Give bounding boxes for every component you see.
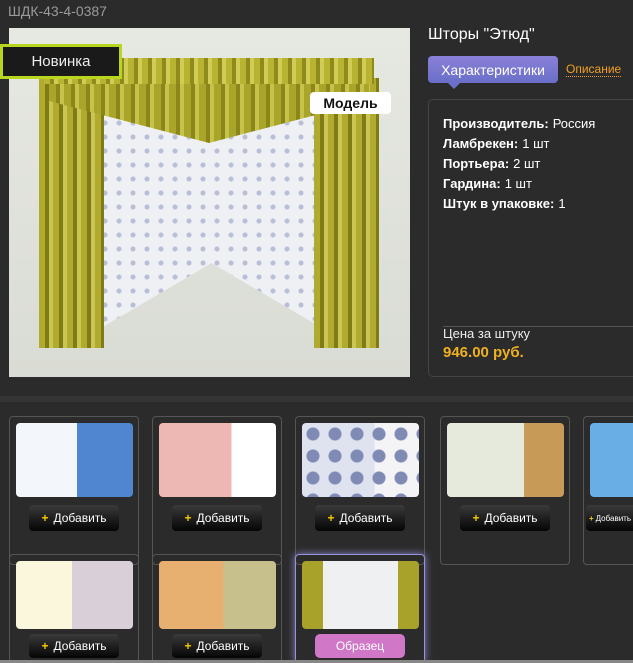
swatch-card: + Добавить [152, 416, 282, 565]
sample-thumb[interactable] [302, 561, 419, 629]
divider [0, 396, 633, 402]
prop-key: Портьера: [443, 156, 510, 171]
swatch-thumb[interactable] [16, 423, 133, 497]
product-title: Шторы "Этюд" [428, 26, 535, 43]
right-drape [314, 78, 379, 348]
swatch-thumb[interactable] [159, 561, 276, 629]
add-label: Добавить [339, 511, 393, 525]
plus-icon: + [472, 511, 480, 525]
swatch-card: + Добавить [440, 416, 570, 565]
add-button[interactable]: + Добавить [315, 505, 405, 531]
swatch-thumb[interactable] [447, 423, 564, 497]
add-button[interactable]: + Добавить [29, 634, 119, 658]
plus-icon: + [41, 511, 49, 525]
plus-icon: + [184, 511, 192, 525]
prop-value: 1 шт [522, 136, 550, 151]
prop-key: Гардина: [443, 176, 501, 191]
plus-icon: + [327, 511, 335, 525]
add-button[interactable]: + Добавить [460, 505, 550, 531]
plus-icon: + [41, 639, 49, 653]
price: 946.00 руб. [443, 344, 524, 361]
swatch-thumb[interactable] [16, 561, 133, 629]
swatch-thumb[interactable] [159, 423, 276, 497]
prop-key: Штук в упаковке: [443, 196, 555, 211]
swatch-thumb[interactable] [590, 423, 633, 497]
prop-value: Россия [552, 116, 596, 131]
swatch-thumb[interactable] [302, 423, 419, 497]
add-button[interactable]: + Добавить [29, 505, 119, 531]
add-label: Добавить [484, 511, 538, 525]
add-label: Добавить [196, 511, 250, 525]
swatch-card: + Добавить [583, 416, 633, 565]
add-label: Добавить [595, 513, 632, 523]
swatch-card: + Добавить [9, 416, 139, 565]
product-sku: ШДК-43-4-0387 [8, 3, 107, 19]
plus-icon: + [184, 639, 192, 653]
product-image[interactable]: Модель [9, 28, 410, 377]
price-label: Цена за штуку [443, 326, 531, 341]
plus-icon: + [588, 513, 594, 523]
new-badge: Новинка [0, 44, 122, 79]
model-label: Модель [310, 92, 391, 114]
add-label: Добавить [53, 511, 107, 525]
prop-key: Ламбрекен: [443, 136, 519, 151]
swatch-card: + Добавить [295, 416, 425, 565]
add-button[interactable]: + Добавить [172, 505, 262, 531]
add-button[interactable]: + Добавить [586, 505, 633, 531]
prop-key: Производитель: [443, 116, 549, 131]
sample-card: Образец [295, 554, 425, 663]
properties-panel: Производитель: Россия Ламбрекен: 1 шт Порт… [428, 99, 633, 377]
add-label: Добавить [196, 639, 250, 653]
add-label: Добавить [53, 639, 107, 653]
prop-value: 2 шт [513, 156, 541, 171]
tab-description[interactable]: Описание [566, 62, 622, 77]
prop-value: 1 шт [504, 176, 532, 191]
swatch-card: + Добавить [152, 554, 282, 663]
add-button[interactable]: + Добавить [172, 634, 262, 658]
sample-button[interactable]: Образец [315, 634, 405, 658]
left-drape [39, 78, 104, 348]
swatch-card: + Добавить [9, 554, 139, 663]
tab-characteristics[interactable]: Характеристики [428, 56, 558, 89]
prop-value: 1 [558, 196, 566, 211]
